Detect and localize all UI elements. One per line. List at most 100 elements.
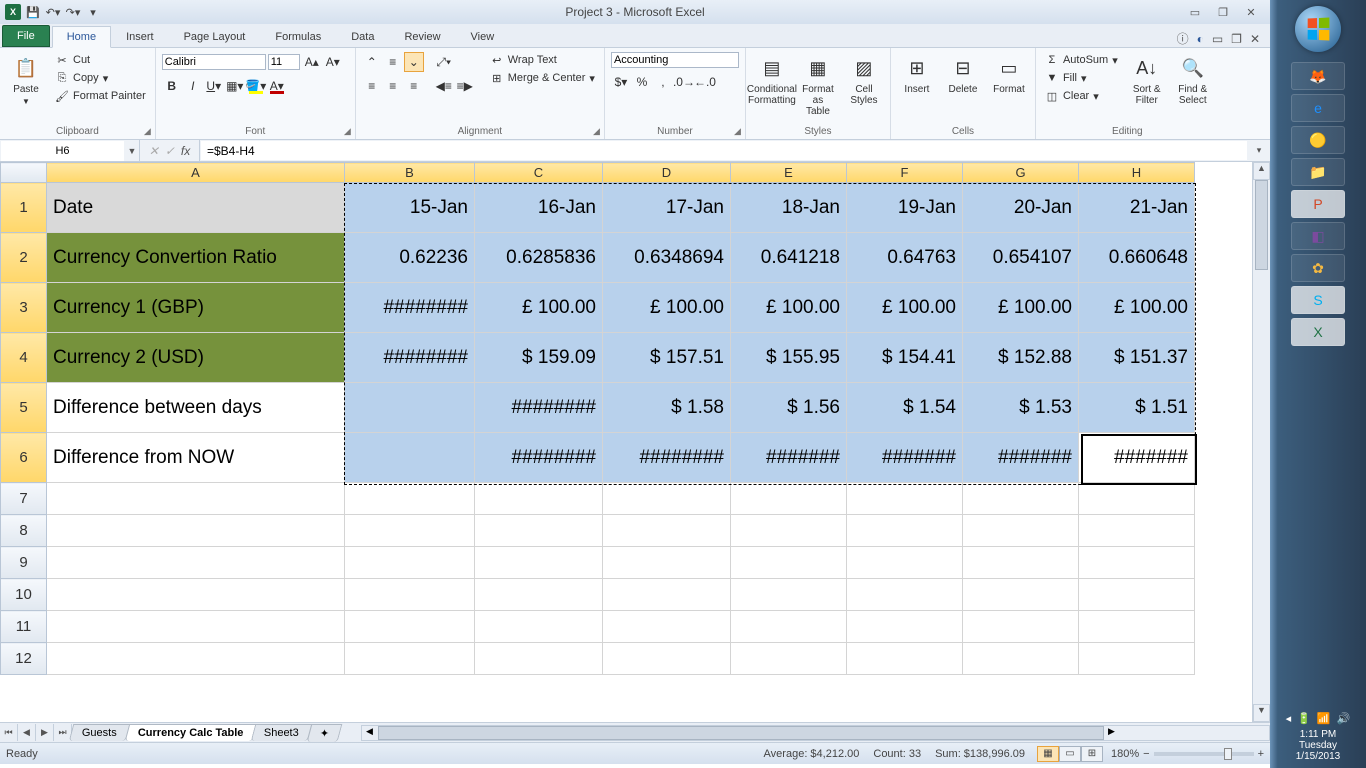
number-dialog-icon[interactable]: ◢	[734, 126, 741, 137]
align-top-button[interactable]: ⌃	[362, 52, 382, 72]
cell-C12[interactable]	[475, 643, 603, 675]
tab-review[interactable]: Review	[389, 26, 455, 47]
cell-C7[interactable]	[475, 483, 603, 515]
row-header-9[interactable]: 9	[1, 547, 47, 579]
cell-C6[interactable]: ########	[475, 433, 603, 483]
sheet-tab-sheet3[interactable]: Sheet3	[251, 724, 312, 741]
underline-button[interactable]: U▾	[204, 76, 224, 96]
cell-D9[interactable]	[603, 547, 731, 579]
fill-button[interactable]: ▼Fill ▾	[1042, 70, 1121, 86]
cut-button[interactable]: ✂Cut	[52, 52, 149, 68]
cancel-formula-icon[interactable]: ✕	[149, 144, 159, 158]
cell-H8[interactable]	[1079, 515, 1195, 547]
format-painter-button[interactable]: 🖌Format Painter	[52, 88, 149, 104]
orientation-button[interactable]: ⤢▾	[434, 52, 454, 72]
cell-B2[interactable]: 0.62236	[345, 233, 475, 283]
doc-minimize-button[interactable]: ▭	[1212, 32, 1223, 46]
cell-F3[interactable]: £ 100.00	[847, 283, 963, 333]
row-header-3[interactable]: 3	[1, 283, 47, 333]
find-select-button[interactable]: 🔍Find & Select	[1173, 52, 1213, 108]
cell-F5[interactable]: $ 1.54	[847, 383, 963, 433]
first-sheet-button[interactable]: ⏮	[0, 724, 18, 741]
cell-D6[interactable]: ########	[603, 433, 731, 483]
cell-A6[interactable]: Difference from NOW	[47, 433, 345, 483]
zoom-out-button[interactable]: −	[1143, 748, 1149, 760]
taskbar-skype[interactable]: S	[1291, 286, 1345, 314]
cell-A3[interactable]: Currency 1 (GBP)	[47, 283, 345, 333]
cell-C9[interactable]	[475, 547, 603, 579]
cell-G9[interactable]	[963, 547, 1079, 579]
row-header-10[interactable]: 10	[1, 579, 47, 611]
cell-D3[interactable]: £ 100.00	[603, 283, 731, 333]
insert-cells-button[interactable]: ⊞Insert	[897, 52, 937, 97]
taskbar-excel[interactable]: X	[1291, 318, 1345, 346]
paste-button[interactable]: 📋 Paste ▼	[6, 52, 46, 108]
tray-time[interactable]: 1:11 PM	[1286, 729, 1351, 740]
fill-color-button[interactable]: 🪣▾	[246, 76, 266, 96]
cell-H12[interactable]	[1079, 643, 1195, 675]
tray-battery-icon[interactable]: 🔋	[1297, 712, 1311, 725]
taskbar-powerpoint[interactable]: P	[1291, 190, 1345, 218]
tray-chevron-icon[interactable]: ◂	[1286, 712, 1292, 725]
italic-button[interactable]: I	[183, 76, 203, 96]
cell-C4[interactable]: $ 159.09	[475, 333, 603, 383]
row-header-8[interactable]: 8	[1, 515, 47, 547]
prev-sheet-button[interactable]: ◀	[18, 724, 36, 741]
col-header-F[interactable]: F	[847, 163, 963, 183]
cell-E9[interactable]	[731, 547, 847, 579]
enter-formula-icon[interactable]: ✓	[165, 144, 175, 158]
col-header-B[interactable]: B	[345, 163, 475, 183]
row-header-2[interactable]: 2	[1, 233, 47, 283]
cell-G12[interactable]	[963, 643, 1079, 675]
cell-A5[interactable]: Difference between days	[47, 383, 345, 433]
align-bottom-button[interactable]: ⌄	[404, 52, 424, 72]
wrap-text-button[interactable]: ↩Wrap Text	[487, 52, 598, 68]
cell-H11[interactable]	[1079, 611, 1195, 643]
cell-E1[interactable]: 18-Jan	[731, 183, 847, 233]
cell-H9[interactable]	[1079, 547, 1195, 579]
cell-A12[interactable]	[47, 643, 345, 675]
cell-E8[interactable]	[731, 515, 847, 547]
minimize-ribbon-icon[interactable]: ⓘ	[1177, 30, 1189, 47]
cell-B1[interactable]: 15-Jan	[345, 183, 475, 233]
qat-customize[interactable]: ▾	[84, 3, 102, 21]
cell-C10[interactable]	[475, 579, 603, 611]
cell-styles-button[interactable]: ▨Cell Styles	[844, 52, 884, 108]
cell-G11[interactable]	[963, 611, 1079, 643]
cell-D7[interactable]	[603, 483, 731, 515]
cell-A2[interactable]: Currency Convertion Ratio	[47, 233, 345, 283]
row-header-6[interactable]: 6	[1, 433, 47, 483]
cell-D11[interactable]	[603, 611, 731, 643]
cell-H5[interactable]: $ 1.51	[1079, 383, 1195, 433]
cell-B5[interactable]	[345, 383, 475, 433]
copy-button[interactable]: ⎘Copy ▾	[52, 70, 149, 86]
cell-G3[interactable]: £ 100.00	[963, 283, 1079, 333]
cell-C2[interactable]: 0.6285836	[475, 233, 603, 283]
cell-A1[interactable]: Date	[47, 183, 345, 233]
cell-B6[interactable]	[345, 433, 475, 483]
cell-B3[interactable]: ########	[345, 283, 475, 333]
horizontal-scrollbar[interactable]: ◀ ▶	[361, 725, 1270, 741]
cell-H3[interactable]: £ 100.00	[1079, 283, 1195, 333]
zoom-in-button[interactable]: +	[1258, 748, 1264, 760]
cell-B8[interactable]	[345, 515, 475, 547]
fx-icon[interactable]: fx	[181, 144, 190, 158]
col-header-E[interactable]: E	[731, 163, 847, 183]
shrink-font-button[interactable]: A▾	[323, 52, 343, 72]
tab-view[interactable]: View	[456, 26, 510, 47]
increase-decimal-button[interactable]: .0→	[674, 72, 694, 92]
scroll-up-icon[interactable]: ▲	[1253, 162, 1270, 180]
increase-indent-button[interactable]: ≡▶	[455, 76, 475, 96]
scroll-down-icon[interactable]: ▼	[1253, 704, 1270, 722]
align-middle-button[interactable]: ≡	[383, 52, 403, 72]
tab-data[interactable]: Data	[336, 26, 389, 47]
clear-button[interactable]: ◫Clear ▾	[1042, 88, 1121, 104]
cell-G2[interactable]: 0.654107	[963, 233, 1079, 283]
autosum-button[interactable]: ΣAutoSum ▾	[1042, 52, 1121, 68]
merge-center-button[interactable]: ⊞Merge & Center ▾	[487, 70, 598, 86]
page-break-view-button[interactable]: ⊞	[1081, 746, 1103, 762]
taskbar-chrome[interactable]: 🟡	[1291, 126, 1345, 154]
name-box-dropdown[interactable]: ▼	[125, 146, 139, 156]
cell-G4[interactable]: $ 152.88	[963, 333, 1079, 383]
start-button[interactable]	[1295, 6, 1341, 52]
